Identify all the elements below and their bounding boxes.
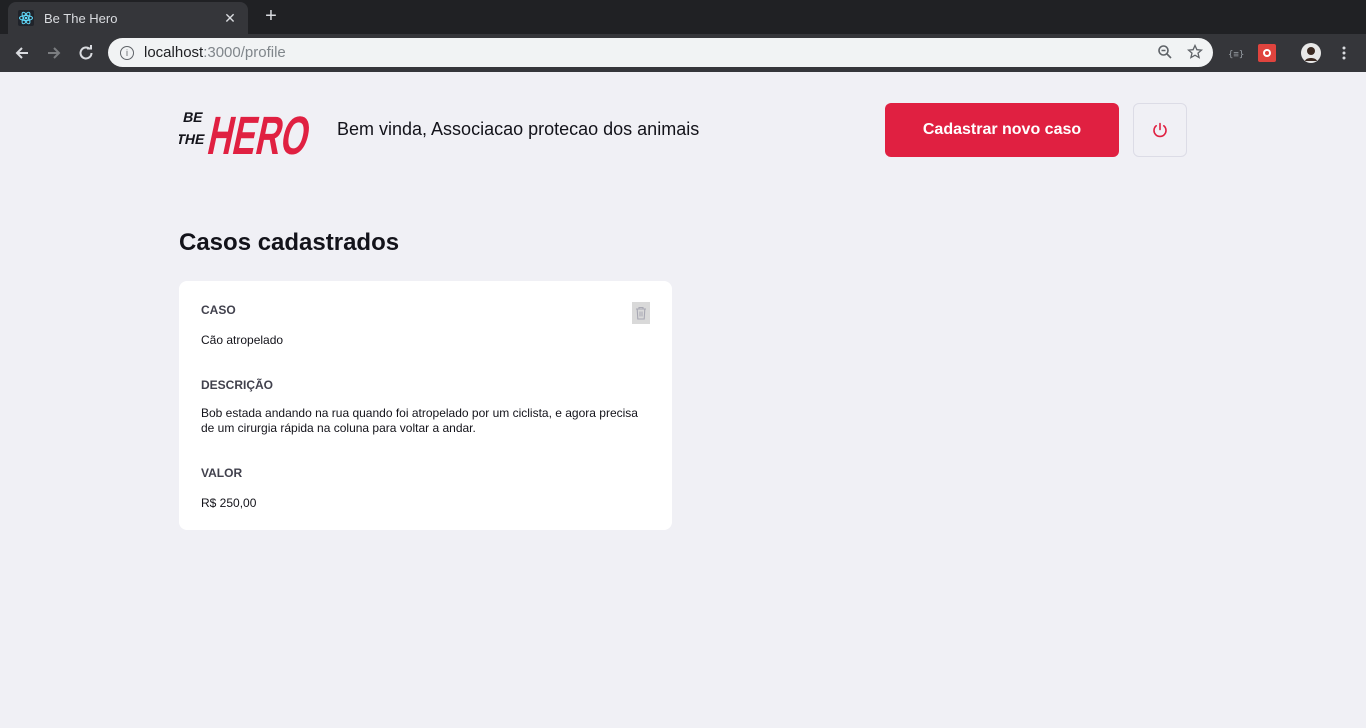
extension-icon[interactable]: {≡}	[1226, 43, 1246, 63]
info-icon[interactable]: i	[120, 45, 134, 60]
logo-line2: THE	[179, 131, 206, 147]
close-tab-icon[interactable]: ✕	[222, 10, 238, 27]
section-title: Casos cadastrados	[179, 229, 400, 256]
back-button[interactable]	[10, 41, 34, 65]
be-the-hero-logo: BE THE HERO	[175, 100, 316, 166]
forward-button[interactable]	[42, 41, 66, 65]
value-label: VALOR	[201, 466, 243, 480]
browser-tab[interactable]: Be The Hero ✕	[8, 2, 248, 34]
star-icon[interactable]	[1187, 44, 1203, 60]
arrow-left-icon	[15, 47, 28, 59]
profile-page: BE THE HERO Bem vinda, Associacao protec…	[0, 72, 1366, 728]
new-case-button[interactable]: Cadastrar novo caso	[885, 103, 1119, 157]
value-value: R$ 250,00	[201, 496, 257, 510]
arrow-right-icon	[48, 47, 61, 59]
power-icon	[1153, 122, 1167, 138]
menu-icon[interactable]	[1334, 43, 1354, 63]
case-card: CASO Cão atropelado DESCRIÇÃO Bob estada…	[179, 281, 672, 530]
svg-text:{≡}: {≡}	[1228, 50, 1244, 59]
url-host: localhost	[144, 44, 204, 61]
case-field: CASO Cão atropelado	[201, 303, 650, 348]
description-value: Bob estada andando na rua quando foi atr…	[201, 406, 638, 435]
zoom-icon[interactable]	[1157, 44, 1173, 60]
logo-word: HERO	[203, 106, 315, 158]
new-tab-button[interactable]: +	[260, 6, 282, 28]
address-bar[interactable]: i localhost:3000/profile	[108, 38, 1213, 67]
case-value: Cão atropelado	[201, 333, 284, 347]
avatar[interactable]	[1301, 43, 1321, 63]
welcome-message: Bem vinda, Associacao protecao dos anima…	[337, 119, 700, 139]
description-field: DESCRIÇÃO Bob estada andando na rua quan…	[201, 378, 650, 436]
browser-tab-bar: Be The Hero ✕ +	[0, 0, 1366, 34]
trash-icon	[636, 306, 646, 320]
url-path: :3000/profile	[203, 44, 286, 61]
tab-title: Be The Hero	[44, 10, 118, 26]
logo-line1: BE	[182, 109, 205, 125]
description-label: DESCRIÇÃO	[201, 378, 274, 392]
extension-icon[interactable]	[1257, 43, 1277, 63]
logout-button[interactable]	[1133, 103, 1187, 157]
browser-toolbar: i localhost:3000/profile {≡}	[0, 34, 1366, 72]
case-label: CASO	[201, 303, 236, 317]
react-icon	[18, 10, 34, 26]
reload-icon	[79, 45, 93, 60]
reload-button[interactable]	[74, 41, 98, 65]
delete-case-button[interactable]	[632, 302, 650, 324]
value-field: VALOR R$ 250,00	[201, 466, 650, 511]
